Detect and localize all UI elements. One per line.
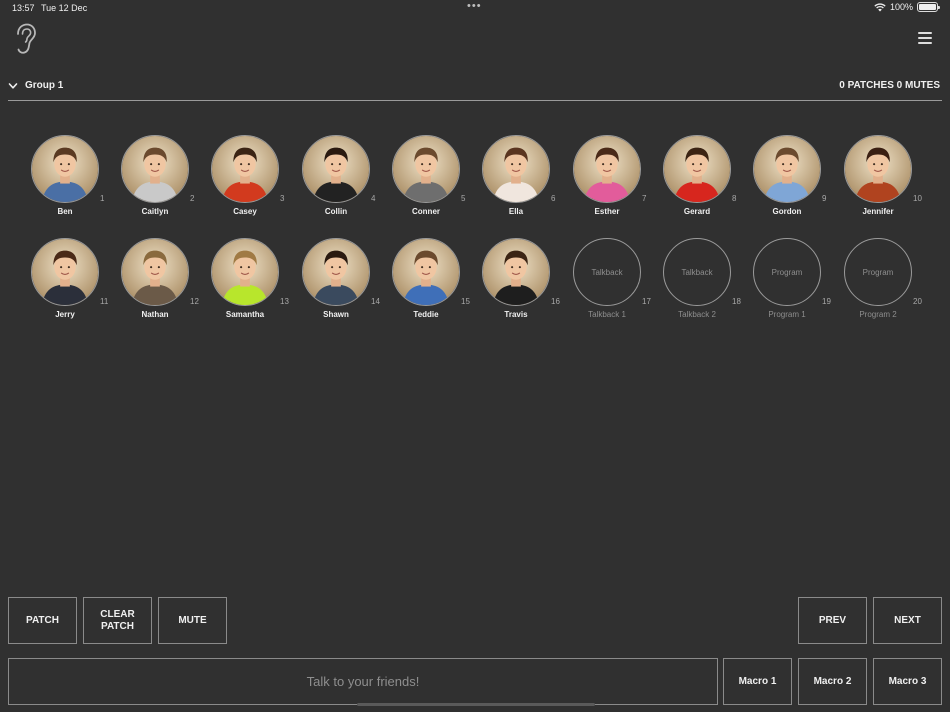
avatar — [302, 238, 370, 306]
tile-name: Program 2 — [859, 310, 897, 319]
member-tile[interactable]: 10 Jennifer — [833, 135, 923, 223]
member-tile[interactable]: 13 Samantha — [200, 238, 290, 326]
member-tile[interactable]: 16 Travis — [471, 238, 561, 326]
tile-name: Shawn — [323, 310, 349, 319]
member-tile[interactable]: 7 Esther — [562, 135, 652, 223]
mute-button[interactable]: MUTE — [158, 597, 227, 644]
member-tile[interactable]: 11 Jerry — [20, 238, 110, 326]
member-grid: 1 Ben 2 Caitlyn 3 Casey 4 Collin 5 Conner 6 Ella 7 Es… — [0, 0, 950, 330]
avatar — [31, 135, 99, 203]
member-tile[interactable]: Program 19 Program 1 — [742, 238, 832, 326]
tile-number: 18 — [732, 297, 741, 306]
tile-number: 7 — [642, 194, 647, 203]
tile-name: Esther — [594, 207, 620, 216]
tile-name: Gordon — [772, 207, 802, 216]
member-tile[interactable]: 14 Shawn — [291, 238, 381, 326]
macro-3-button[interactable]: Macro 3 — [873, 658, 942, 705]
tile-name: Collin — [324, 207, 348, 216]
tile-name: Teddie — [413, 310, 439, 319]
tile-number: 20 — [913, 297, 922, 306]
tile-name: Ella — [508, 207, 524, 216]
channel-label: Talkback — [591, 267, 623, 277]
tile-name: Jerry — [55, 310, 75, 319]
clear-patch-button[interactable]: CLEAR PATCH — [83, 597, 152, 644]
avatar — [121, 135, 189, 203]
channel-label: Talkback — [681, 267, 713, 277]
tile-name: Nathan — [141, 310, 169, 319]
tile-name: Jennifer — [862, 207, 894, 216]
tile-number: 19 — [822, 297, 831, 306]
tile-number: 8 — [732, 194, 737, 203]
member-tile[interactable]: 8 Gerard — [652, 135, 742, 223]
tile-name: Caitlyn — [141, 207, 169, 216]
avatar — [482, 135, 550, 203]
patch-button[interactable]: PATCH — [8, 597, 77, 644]
tile-number: 2 — [190, 194, 195, 203]
tile-name: Talkback 1 — [588, 310, 626, 319]
avatar — [573, 135, 641, 203]
tile-name: Ben — [57, 207, 73, 216]
tile-number: 10 — [913, 194, 922, 203]
member-tile[interactable]: Program 20 Program 2 — [833, 238, 923, 326]
talk-input[interactable] — [8, 658, 718, 705]
member-tile[interactable]: 12 Nathan — [110, 238, 200, 326]
tile-name: Samantha — [225, 310, 265, 319]
member-tile[interactable]: 2 Caitlyn — [110, 135, 200, 223]
member-tile[interactable]: 6 Ella — [471, 135, 561, 223]
tile-number: 16 — [551, 297, 560, 306]
channel-circle: Program — [753, 238, 821, 306]
channel-circle: Program — [844, 238, 912, 306]
avatar — [753, 135, 821, 203]
tile-name: Casey — [233, 207, 257, 216]
tile-number: 17 — [642, 297, 651, 306]
avatar — [31, 238, 99, 306]
tile-name: Talkback 2 — [678, 310, 716, 319]
channel-label: Program — [771, 267, 803, 277]
avatar — [392, 238, 460, 306]
member-tile[interactable]: 4 Collin — [291, 135, 381, 223]
macro-2-button[interactable]: Macro 2 — [798, 658, 867, 705]
tile-number: 13 — [280, 297, 289, 306]
tile-name: Travis — [504, 310, 528, 319]
next-button[interactable]: NEXT — [873, 597, 942, 644]
tile-number: 11 — [100, 297, 109, 306]
tile-number: 3 — [280, 194, 285, 203]
avatar — [121, 238, 189, 306]
home-indicator — [357, 703, 595, 706]
tile-name: Gerard — [683, 207, 711, 216]
member-tile[interactable]: 9 Gordon — [742, 135, 832, 223]
member-tile[interactable]: 1 Ben — [20, 135, 110, 223]
tile-number: 15 — [461, 297, 470, 306]
member-tile[interactable]: 5 Conner — [381, 135, 471, 223]
avatar — [211, 238, 279, 306]
member-tile[interactable]: Talkback 17 Talkback 1 — [562, 238, 652, 326]
tile-number: 1 — [100, 194, 105, 203]
tile-number: 5 — [461, 194, 466, 203]
channel-label: Program — [862, 267, 894, 277]
macro-1-button[interactable]: Macro 1 — [723, 658, 792, 705]
avatar — [392, 135, 460, 203]
clear-patch-label: CLEAR PATCH — [100, 608, 135, 632]
tile-number: 4 — [371, 194, 376, 203]
member-tile[interactable]: 3 Casey — [200, 135, 290, 223]
tile-name: Conner — [412, 207, 440, 216]
avatar — [663, 135, 731, 203]
prev-button[interactable]: PREV — [798, 597, 867, 644]
avatar — [211, 135, 279, 203]
tile-name: Program 1 — [768, 310, 806, 319]
tile-number: 6 — [551, 194, 556, 203]
member-tile[interactable]: Talkback 18 Talkback 2 — [652, 238, 742, 326]
member-tile[interactable]: 15 Teddie — [381, 238, 471, 326]
tile-number: 9 — [822, 194, 827, 203]
channel-circle: Talkback — [573, 238, 641, 306]
channel-circle: Talkback — [663, 238, 731, 306]
avatar — [482, 238, 550, 306]
avatar — [844, 135, 912, 203]
avatar — [302, 135, 370, 203]
tile-number: 14 — [371, 297, 380, 306]
tile-number: 12 — [190, 297, 199, 306]
